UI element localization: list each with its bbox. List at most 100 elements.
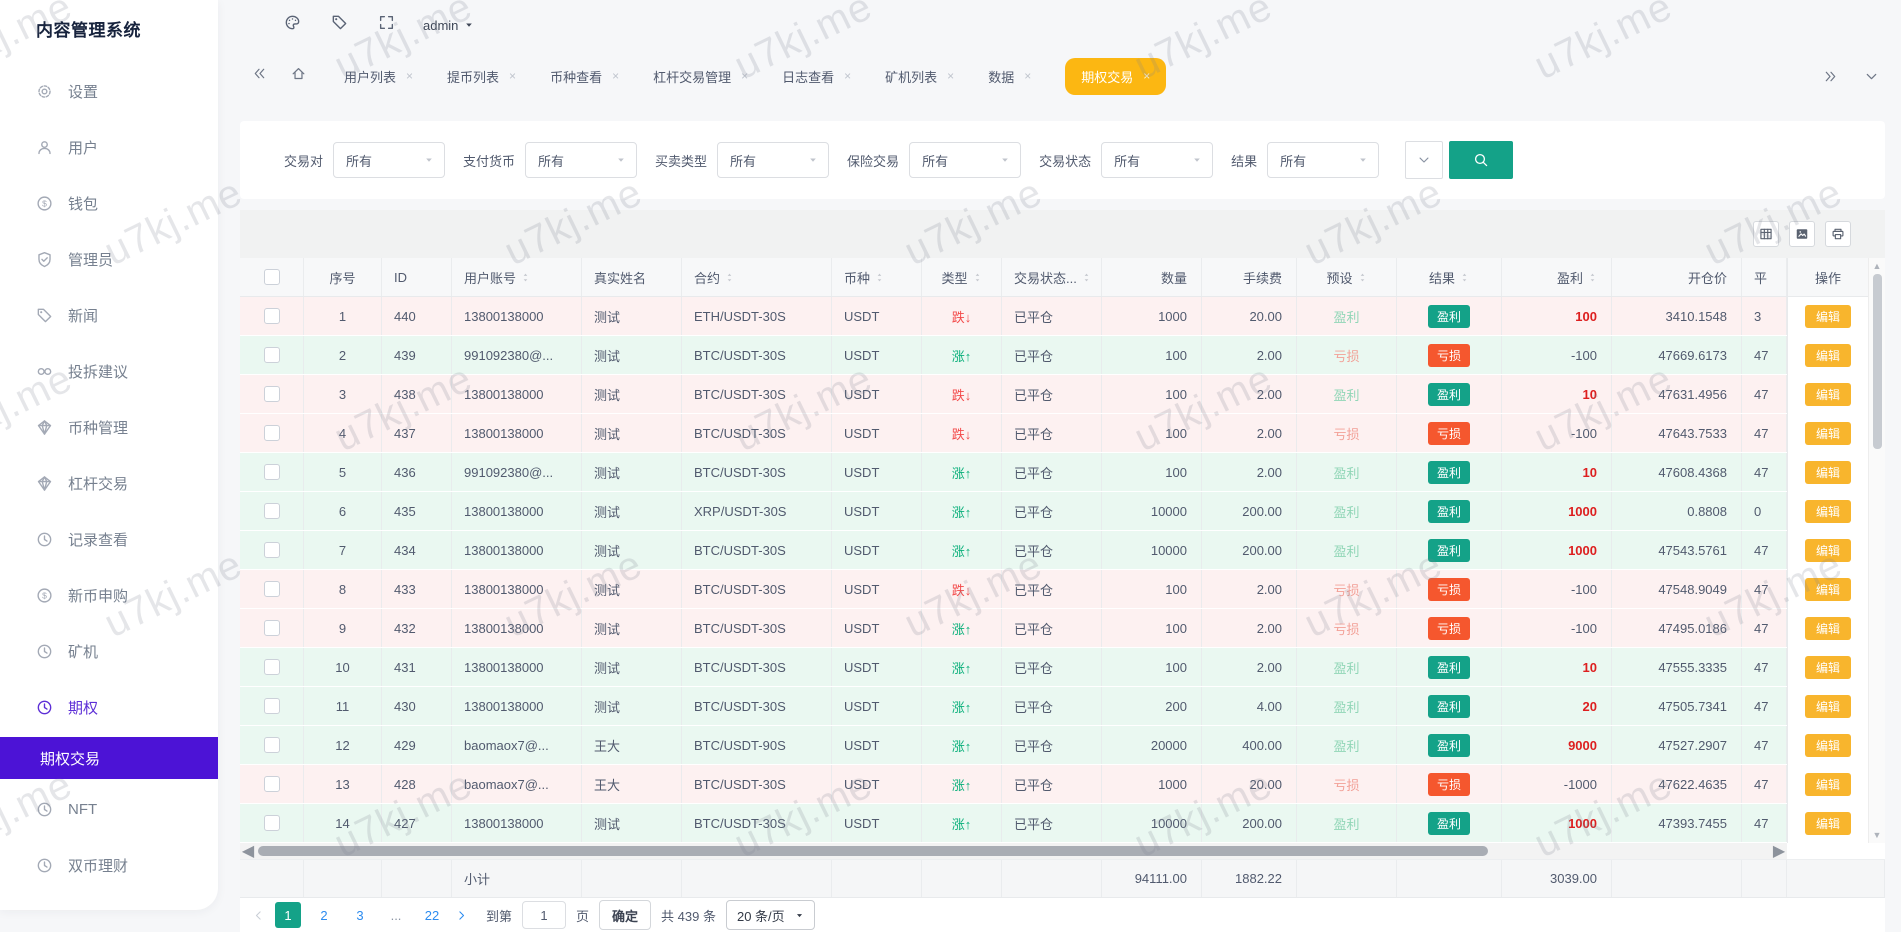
filter-collapse-button[interactable] [1405,141,1443,179]
row-checkbox[interactable] [264,620,280,636]
edit-button[interactable]: 编辑 [1805,734,1851,757]
tab-close-icon[interactable]: × [741,69,748,83]
page-button-3[interactable]: 3 [347,902,373,928]
row-checkbox[interactable] [264,737,280,753]
edit-button[interactable]: 编辑 [1805,539,1851,562]
row-checkbox[interactable] [264,776,280,792]
sidebar-item[interactable]: 币种管理 [0,399,218,455]
sort-caret-icon[interactable] [973,273,982,282]
select-all-checkbox[interactable] [264,269,280,285]
sidebar-item[interactable]: 设置 [0,63,218,119]
page-prev-icon[interactable] [252,909,265,922]
row-checkbox[interactable] [264,308,280,324]
user-menu[interactable]: admin [423,18,474,33]
tab-币种查看[interactable]: 币种查看× [550,67,619,86]
filter-select[interactable]: 所有 [1267,142,1379,178]
print-button[interactable] [1825,221,1851,247]
tab-用户列表[interactable]: 用户列表× [344,67,413,86]
sidebar-item[interactable]: NFT [0,781,218,837]
tab-期权交易[interactable]: 期权交易× [1065,58,1166,95]
edit-button[interactable]: 编辑 [1805,344,1851,367]
sidebar-item[interactable]: 管理员 [0,231,218,287]
confirm-button[interactable]: 确定 [599,900,651,930]
sidebar-item[interactable]: $钱包 [0,175,218,231]
sidebar-item[interactable]: 期权 [0,679,218,735]
export-button[interactable] [1789,221,1815,247]
scroll-left-icon[interactable]: ◀ [240,843,256,859]
per-page-select[interactable]: 20 条/页 [726,900,815,930]
tab-close-icon[interactable]: × [1143,69,1150,83]
edit-button[interactable]: 编辑 [1805,578,1851,601]
row-checkbox[interactable] [264,347,280,363]
scroll-down-icon[interactable]: ▼ [1869,828,1885,842]
tab-日志查看[interactable]: 日志查看× [782,67,851,86]
sidebar-item[interactable]: 双币理财 [0,837,218,893]
edit-button[interactable]: 编辑 [1805,422,1851,445]
filter-select[interactable]: 所有 [717,142,829,178]
row-checkbox[interactable] [264,386,280,402]
expand-icon[interactable] [378,14,395,31]
row-checkbox[interactable] [264,581,280,597]
edit-button[interactable]: 编辑 [1805,812,1851,835]
col-header-account[interactable]: 用户账号 [452,258,582,296]
goto-page-input[interactable] [522,901,566,929]
sidebar-submenu-item-active[interactable]: 期权交易 [0,737,218,779]
filter-select[interactable]: 所有 [1101,142,1213,178]
edit-button[interactable]: 编辑 [1805,305,1851,328]
col-header-status[interactable]: 交易状态... [1002,258,1102,296]
row-checkbox[interactable] [264,542,280,558]
sidebar-item[interactable]: 矿机 [0,623,218,679]
col-header-contract[interactable]: 合约 [682,258,832,296]
edit-button[interactable]: 编辑 [1805,383,1851,406]
edit-button[interactable]: 编辑 [1805,656,1851,679]
tab-杠杆交易管理[interactable]: 杠杆交易管理× [653,67,748,86]
sidebar-item[interactable]: $新币申购 [0,567,218,623]
page-button-22[interactable]: 22 [419,902,445,928]
sort-caret-icon[interactable] [1460,273,1469,282]
page-button-1[interactable]: 1 [275,902,301,928]
sidebar-item[interactable]: 杠杆交易 [0,455,218,511]
palette-icon[interactable] [284,14,301,31]
edit-button[interactable]: 编辑 [1805,500,1851,523]
sidebar-item[interactable]: 投拆建议 [0,343,218,399]
row-checkbox[interactable] [264,464,280,480]
grid-button[interactable] [1753,221,1779,247]
tab-close-icon[interactable]: × [509,69,516,83]
scroll-up-icon[interactable]: ▲ [1869,259,1885,273]
tab-提币列表[interactable]: 提币列表× [447,67,516,86]
scroll-right-icon[interactable]: ▶ [1771,843,1787,859]
sort-caret-icon[interactable] [1588,273,1597,282]
sidebar-item[interactable]: 用户 [0,119,218,175]
tab-矿机列表[interactable]: 矿机列表× [885,67,954,86]
tag-icon[interactable] [331,14,348,31]
horizontal-scroll-thumb[interactable] [258,846,1488,856]
sort-caret-icon[interactable] [521,273,530,282]
sidebar-item[interactable]: 新闻 [0,287,218,343]
vertical-scrollbar[interactable]: ▲ ▼ [1868,258,1885,843]
horizontal-scrollbar[interactable]: ◀ ▶ [240,843,1787,859]
tab-close-icon[interactable]: × [947,69,954,83]
col-header-preset[interactable]: 预设 [1297,258,1397,296]
edit-button[interactable]: 编辑 [1805,695,1851,718]
tab-数据[interactable]: 数据× [988,67,1031,86]
col-header-profit[interactable]: 盈利 [1502,258,1612,296]
home-icon[interactable] [291,66,306,81]
sort-caret-icon[interactable] [875,273,884,282]
edit-button[interactable]: 编辑 [1805,617,1851,640]
chevron-down-icon[interactable] [1864,69,1879,84]
sort-caret-icon[interactable] [725,273,734,282]
tab-close-icon[interactable]: × [612,69,619,83]
col-header-result[interactable]: 结果 [1397,258,1502,296]
col-header-coin[interactable]: 币种 [832,258,922,296]
edit-button[interactable]: 编辑 [1805,461,1851,484]
row-checkbox[interactable] [264,815,280,831]
edit-button[interactable]: 编辑 [1805,773,1851,796]
page-next-icon[interactable] [455,909,468,922]
vertical-scroll-thumb[interactable] [1873,274,1882,449]
sidebar-item[interactable]: 记录查看 [0,511,218,567]
sort-caret-icon[interactable] [1358,273,1367,282]
filter-select[interactable]: 所有 [525,142,637,178]
filter-select[interactable]: 所有 [909,142,1021,178]
row-checkbox[interactable] [264,503,280,519]
col-header-type[interactable]: 类型 [922,258,1002,296]
